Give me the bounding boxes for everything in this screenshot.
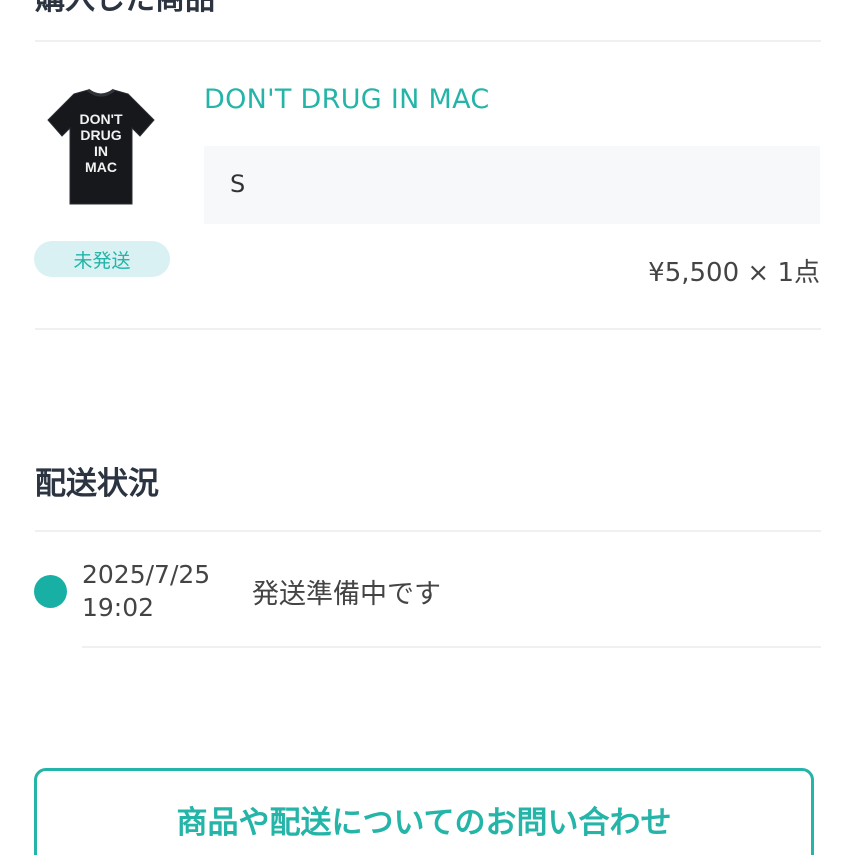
shipping-status-heading: 配送状況	[35, 466, 159, 502]
order-detail-page: 購入した商品 DON'T DRUG IN MAC DON'T DRUG IN M…	[0, 0, 855, 855]
print-line: DON'T	[80, 111, 123, 127]
divider	[35, 530, 821, 532]
divider	[35, 40, 821, 42]
timeline-message: 発送準備中です	[252, 579, 441, 610]
status-badge: 未発送	[34, 241, 170, 277]
timeline-dot	[34, 575, 67, 608]
print-line: IN	[94, 143, 108, 159]
price-quantity: ¥5,500 × 1点	[648, 258, 820, 288]
contact-inquiry-button[interactable]: 商品や配送についてのお問い合わせ	[34, 768, 814, 855]
variant-size: S	[230, 170, 246, 198]
timeline-time: 19:02	[82, 593, 155, 622]
print-line: MAC	[85, 159, 117, 175]
product-image[interactable]: DON'T DRUG IN MAC	[36, 80, 166, 210]
product-name-link[interactable]: DON'T DRUG IN MAC	[204, 84, 490, 115]
divider	[35, 328, 821, 330]
variant-box: S	[204, 146, 820, 224]
print-line: DRUG	[80, 127, 121, 143]
purchased-items-heading: 購入した商品	[35, 0, 215, 18]
divider	[82, 646, 821, 648]
tshirt-image: DON'T DRUG IN MAC	[47, 88, 155, 205]
timeline-date: 2025/7/25	[82, 560, 211, 589]
